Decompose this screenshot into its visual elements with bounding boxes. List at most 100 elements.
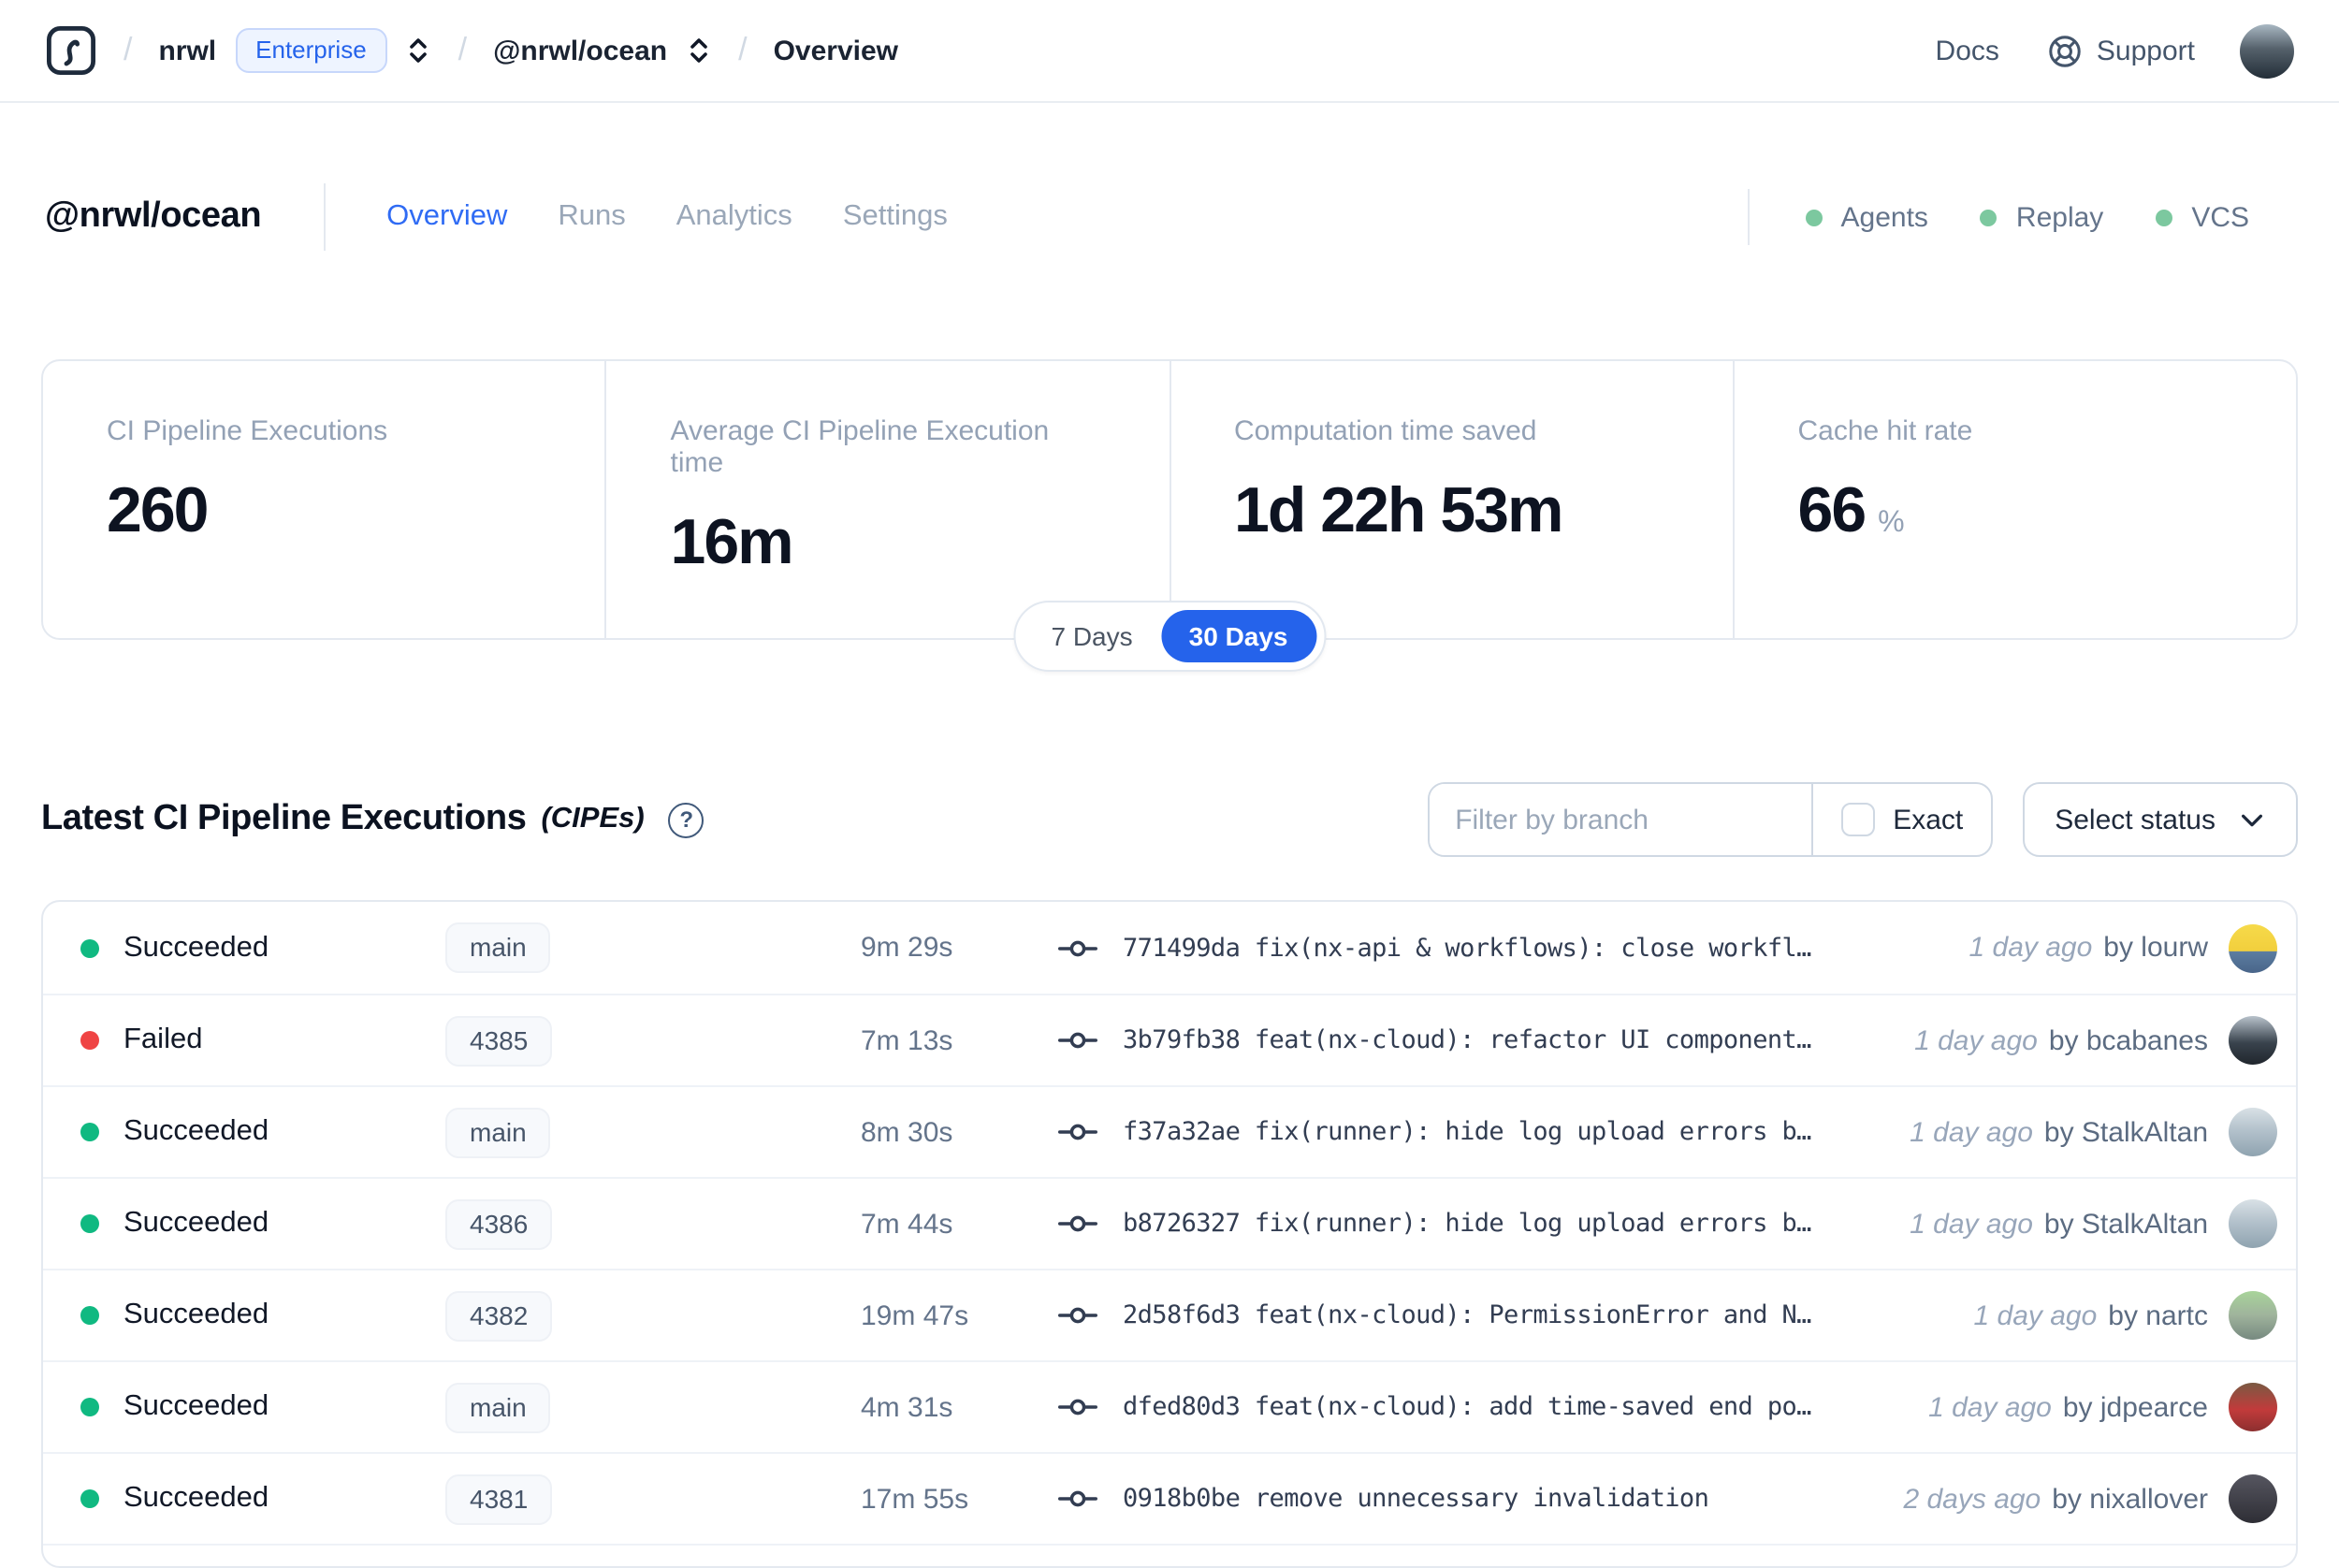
branch-filter-input[interactable]	[1429, 784, 1811, 855]
author-name: by nartc	[2108, 1299, 2208, 1331]
status-dot	[80, 1031, 99, 1050]
author-avatar	[2229, 923, 2277, 972]
cipe-table: Succeeded main 9m 29s 771499da fix(nx-ap…	[41, 900, 2298, 1568]
branch-chip: 4385	[445, 1015, 553, 1066]
author-name: by lourw	[2103, 932, 2208, 964]
stat-number: 260	[107, 475, 209, 546]
commit-message: f37a32ae fix(runner): hide log upload er…	[1123, 1117, 1811, 1147]
top-navbar: / nrwl Enterprise / @nrwl/ocean / Overvi…	[0, 0, 2339, 103]
tab-overview[interactable]: Overview	[386, 200, 507, 234]
author-avatar	[2229, 1108, 2277, 1156]
author-avatar	[2229, 1199, 2277, 1248]
breadcrumb-org[interactable]: nrwl	[158, 35, 216, 66]
commit-cell: 3b79fb38 feat(nx-cloud): refactor UI com…	[1057, 1020, 1914, 1061]
status-dot	[80, 938, 99, 957]
stat-label: Cache hit rate	[1797, 415, 1973, 447]
author-cell: 1 day ago by nartc	[1974, 1291, 2297, 1340]
cipe-row[interactable]: Succeeded main 9m 29s 771499da fix(nx-ap…	[43, 902, 2296, 994]
stat-value: 16m	[671, 511, 1106, 574]
breadcrumb-separator: /	[458, 32, 468, 67]
author-name: by bcabanes	[2048, 1024, 2208, 1056]
author-avatar	[2229, 1383, 2277, 1431]
workspace-switcher-chevron-icon[interactable]	[684, 36, 712, 65]
divider	[323, 183, 326, 251]
docs-label: Docs	[1935, 35, 1999, 66]
status-dot	[80, 1489, 99, 1508]
duration-cell: 7m 13s	[861, 1024, 953, 1056]
indicator-vcs[interactable]: VCS	[2156, 201, 2249, 233]
duration-cell: 4m 31s	[861, 1391, 953, 1423]
cipe-row[interactable]: Succeeded main 4m 31s dfed80d3 feat(nx-c…	[43, 1360, 2296, 1452]
commit-message: dfed80d3 feat(nx-cloud): add time-saved …	[1123, 1392, 1811, 1422]
author-cell: 2 days ago by nixallover	[1903, 1474, 2296, 1523]
exact-checkbox[interactable]	[1840, 803, 1875, 836]
help-icon[interactable]: ?	[668, 802, 705, 837]
chevron-down-icon	[2242, 813, 2262, 826]
tab-analytics[interactable]: Analytics	[676, 200, 792, 234]
author-avatar	[2229, 1016, 2277, 1065]
select-status-button[interactable]: Select status	[2023, 782, 2298, 857]
nx-cloud-logo-icon[interactable]	[45, 24, 97, 77]
docs-link[interactable]: Docs	[1936, 35, 1999, 66]
git-commit-icon	[1057, 1111, 1098, 1153]
support-link[interactable]: Support	[2048, 33, 2195, 68]
commit-cell: dfed80d3 feat(nx-cloud): add time-saved …	[1057, 1387, 1928, 1428]
stat-number: 66	[1797, 475, 1867, 546]
status-label: Succeeded	[123, 1299, 269, 1330]
exact-toggle[interactable]: Exact	[1812, 784, 1991, 855]
enterprise-badge[interactable]: Enterprise	[235, 28, 387, 73]
commit-message: 0918b0be remove unnecessary invalidation	[1123, 1484, 1709, 1514]
cipes-header: Latest CI Pipeline Executions (CIPEs) ? …	[41, 782, 2298, 857]
stat-label: Average CI Pipeline Execution time	[670, 415, 1050, 479]
tab-runs[interactable]: Runs	[558, 200, 625, 234]
commit-cell: 2d58f6d3 feat(nx-cloud): PermissionError…	[1057, 1295, 1974, 1336]
indicator-replay[interactable]: Replay	[1980, 201, 2103, 233]
commit-message: 3b79fb38 feat(nx-cloud): refactor UI com…	[1123, 1025, 1811, 1055]
status-dot	[80, 1123, 99, 1141]
cipe-row[interactable]: Failed 4385 7m 13s 3b79fb38 feat(nx-clou…	[43, 994, 2296, 1085]
status-label: Succeeded	[123, 1115, 269, 1147]
author-name: by jdpearce	[2062, 1391, 2208, 1423]
cipes-title: Latest CI Pipeline Executions	[41, 799, 527, 838]
duration-cell: 17m 55s	[861, 1483, 969, 1515]
range-option-7-days[interactable]: 7 Days	[1023, 610, 1160, 662]
author-cell: 1 day ago by StalkAltan	[1910, 1108, 2296, 1156]
duration-cell: 8m 30s	[861, 1116, 953, 1148]
time-ago: 1 day ago	[1910, 1116, 2033, 1148]
branch-chip: 4386	[445, 1198, 553, 1249]
cipe-row[interactable]: Succeeded 4381 17m 55s 0918b0be remove u…	[43, 1452, 2296, 1544]
green-status-dot	[1980, 209, 1998, 225]
author-cell: 1 day ago by bcabanes	[1914, 1016, 2296, 1065]
author-avatar	[2229, 1291, 2277, 1340]
stat-number: 1d 22h 53m	[1234, 475, 1563, 546]
branch-cell: 4385	[445, 1015, 670, 1066]
cipe-row[interactable]: Succeeded 4382 19m 47s 2d58f6d3 feat(nx-…	[43, 1269, 2296, 1360]
branch-chip: 4382	[445, 1290, 553, 1341]
lifebuoy-icon	[2050, 35, 2082, 66]
branch-cell: 4382	[445, 1290, 670, 1341]
stat-value: 1d 22h 53m	[1234, 479, 1669, 543]
commit-cell: f37a32ae fix(runner): hide log upload er…	[1057, 1111, 1910, 1153]
git-commit-icon	[1057, 1295, 1098, 1336]
branch-cell: main	[445, 922, 670, 973]
user-avatar[interactable]	[2240, 23, 2294, 78]
author-name: by nixallover	[2052, 1483, 2208, 1515]
stat-value: 66%	[1798, 479, 2233, 543]
indicator-agents[interactable]: Agents	[1805, 201, 1928, 233]
author-cell: 1 day ago by jdpearce	[1928, 1383, 2296, 1431]
branch-chip: main	[445, 1107, 551, 1157]
cipe-row[interactable]: Succeeded 4386 7m 44s b8726327 fix(runne…	[43, 1177, 2296, 1269]
status-cell: Succeeded	[43, 1390, 445, 1424]
green-status-dot	[2156, 209, 2173, 225]
stat-card: CI Pipeline Executions 260	[43, 361, 605, 638]
duration-cell: 9m 29s	[861, 932, 953, 964]
tab-settings[interactable]: Settings	[843, 200, 948, 234]
org-switcher-chevron-icon[interactable]	[404, 36, 432, 65]
range-option-30-days[interactable]: 30 Days	[1160, 610, 1316, 662]
cipe-row[interactable]: Succeeded main 8m 30s f37a32ae fix(runne…	[43, 1085, 2296, 1177]
time-ago: 1 day ago	[1914, 1024, 2038, 1056]
author-cell: 1 day ago by lourw	[1969, 923, 2297, 972]
author-cell: 1 day ago by StalkAltan	[1910, 1199, 2296, 1248]
divider	[1747, 189, 1750, 245]
breadcrumb-workspace[interactable]: @nrwl/ocean	[493, 35, 667, 66]
